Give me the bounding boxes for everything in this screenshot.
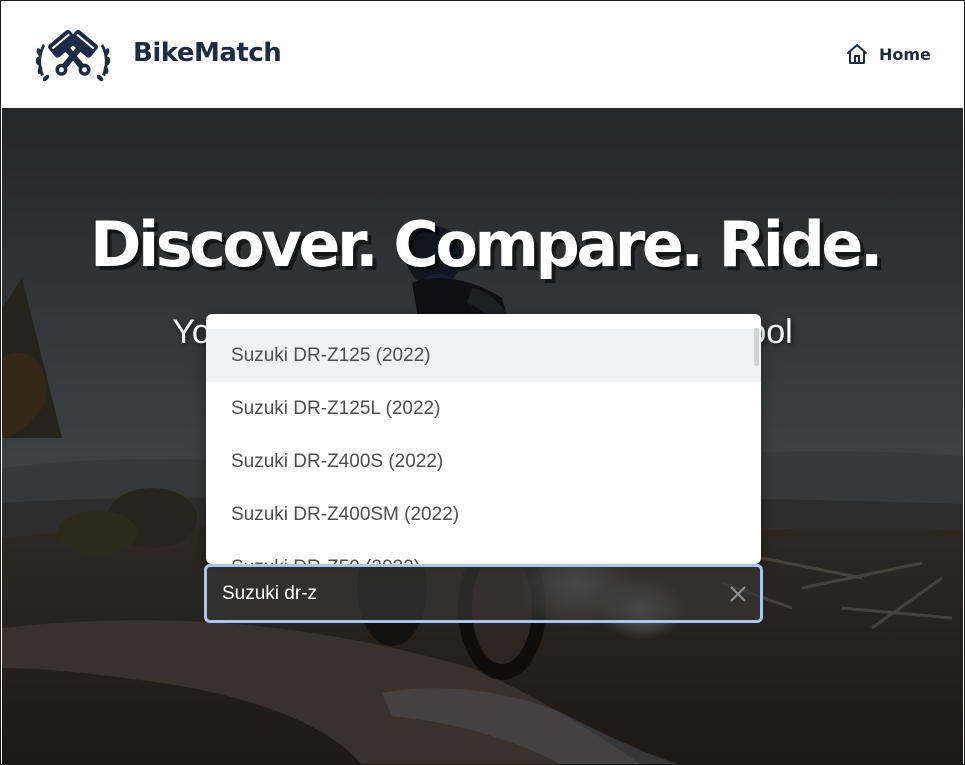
site-header: BikeMatch Home <box>2 2 963 108</box>
nav-home-label: Home <box>879 44 931 64</box>
page-frame: BikeMatch Home Discover. Compare. Ride. … <box>0 0 965 765</box>
bike-search-input[interactable] <box>222 567 702 620</box>
close-icon[interactable] <box>728 584 748 604</box>
crossed-pistons-laurel-icon[interactable] <box>35 28 111 84</box>
suggestion-item[interactable]: Suzuki DR-Z125L (2022) <box>206 382 761 435</box>
nav-home-link[interactable]: Home <box>845 42 931 66</box>
search-suggestions-dropdown[interactable]: Suzuki DR-Z125 (2022) Suzuki DR-Z125L (2… <box>206 314 761 564</box>
suggestion-item[interactable]: Suzuki DR-Z400SM (2022) <box>206 488 761 541</box>
suggestion-list: Suzuki DR-Z125 (2022) Suzuki DR-Z125L (2… <box>206 314 761 564</box>
hero-title: Discover. Compare. Ride. <box>90 208 883 281</box>
suggestion-item[interactable]: Suzuki DR-Z400S (2022) <box>206 435 761 488</box>
brand-name[interactable]: BikeMatch <box>133 38 282 68</box>
bike-search-box <box>204 564 763 623</box>
dropdown-scrollbar[interactable] <box>754 328 759 366</box>
suggestion-item[interactable]: Suzuki DR-Z50 (2022) <box>206 541 761 564</box>
suggestion-item[interactable]: Suzuki DR-Z125 (2022) <box>206 329 761 382</box>
house-icon <box>847 44 867 64</box>
